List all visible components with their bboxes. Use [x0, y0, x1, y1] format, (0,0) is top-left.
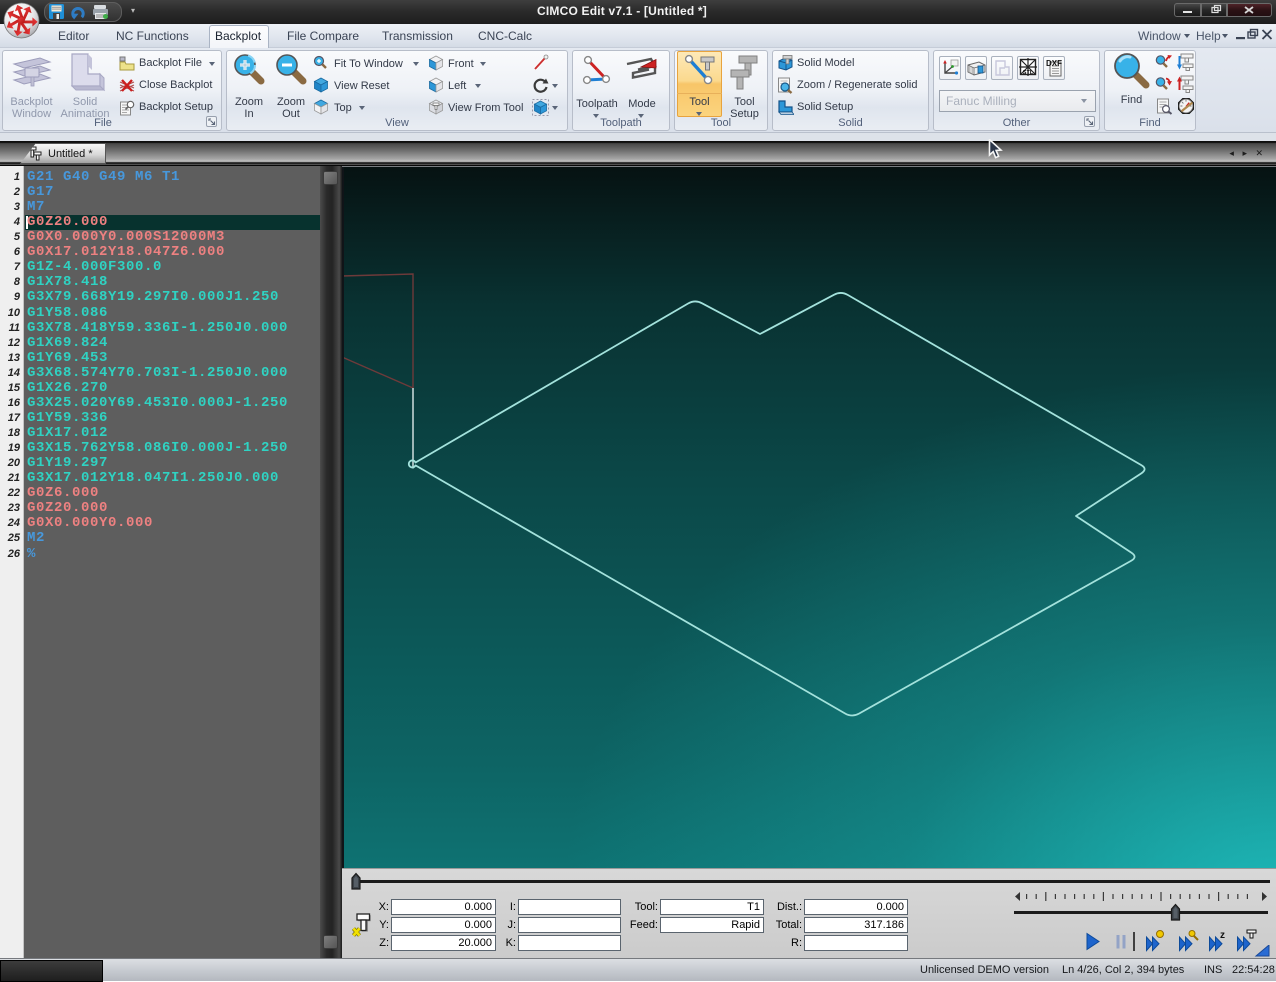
svg-text:STL: STL	[1023, 70, 1034, 76]
svg-text:z: z	[1220, 930, 1225, 941]
svg-text:DXF: DXF	[1046, 59, 1062, 68]
